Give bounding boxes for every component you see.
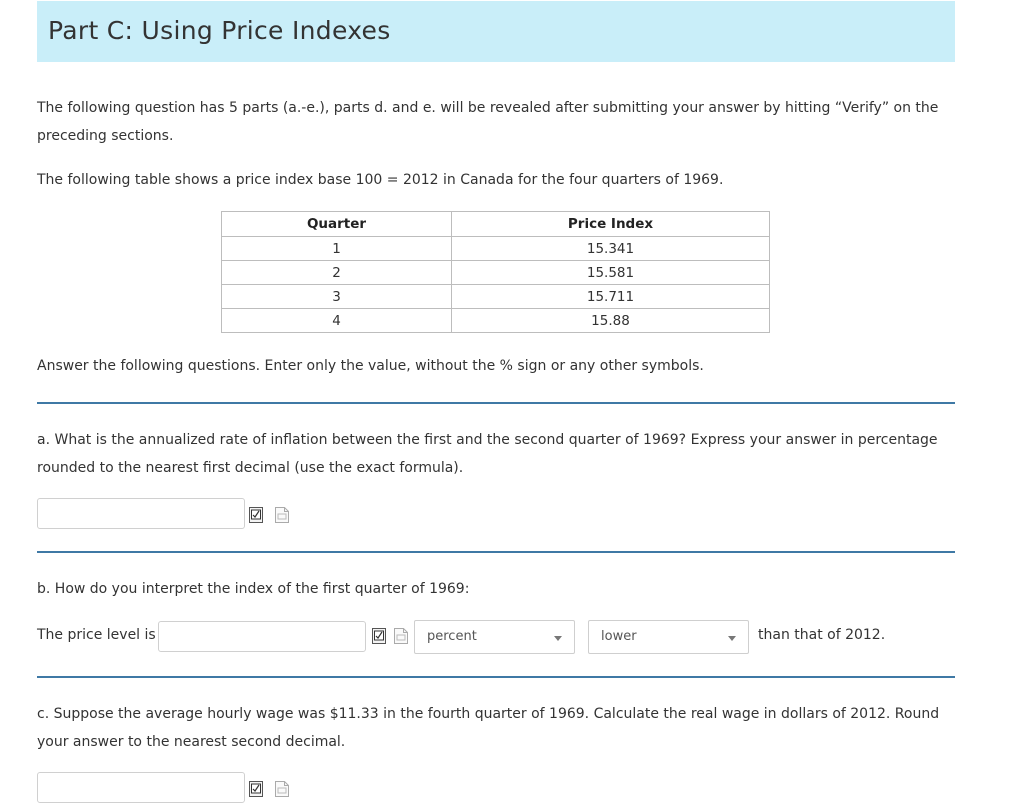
question-a-text: a. What is the annualized rate of inflat… [37,432,938,476]
table-header-row: Quarter Price Index [221,211,770,237]
table-caption: The following table shows a price index … [37,172,724,188]
formula-editor-icon[interactable] [372,628,386,644]
unit-select-value: percent [427,629,477,644]
unit-select[interactable]: percent [414,620,575,654]
question-a-answer-input[interactable] [37,498,245,529]
table-row: 2 15.581 [221,260,770,285]
divider [37,402,955,404]
column-header-price-index: Price Index [451,211,770,237]
table-row: 3 15.711 [221,284,770,309]
document-icon[interactable] [394,628,408,644]
question-b-prefix: The price level is [37,627,156,643]
intro-text: The following question has 5 parts (a.-e… [37,100,939,144]
quarter-cell: 2 [221,260,452,285]
table-row: 4 15.88 [221,308,770,333]
divider [37,676,955,678]
document-icon[interactable] [275,507,289,523]
quarter-cell: 3 [221,284,452,309]
price-index-cell: 15.341 [451,236,770,261]
section-header: Part C: Using Price Indexes [37,1,955,62]
direction-select-value: lower [601,629,637,644]
chevron-down-icon [554,636,562,641]
column-header-quarter: Quarter [221,211,452,237]
question-b-answer-input[interactable] [158,621,366,652]
price-index-cell: 15.581 [451,260,770,285]
question-b-suffix: than that of 2012. [758,627,886,643]
divider [37,551,955,553]
quarter-cell: 4 [221,308,452,333]
chevron-down-icon [728,636,736,641]
instructions-text: Answer the following questions. Enter on… [37,358,704,374]
question-b-text: b. How do you interpret the index of the… [37,581,470,597]
price-index-cell: 15.88 [451,308,770,333]
formula-editor-icon[interactable] [249,781,263,797]
page-title: Part C: Using Price Indexes [48,16,391,45]
table-row: 1 15.341 [221,236,770,261]
document-icon[interactable] [275,781,289,797]
quarter-cell: 1 [221,236,452,261]
question-c-text: c. Suppose the average hourly wage was $… [37,706,940,750]
price-index-table: Quarter Price Index 1 15.341 2 15.581 3 … [221,211,770,333]
direction-select[interactable]: lower [588,620,749,654]
question-c-answer-input[interactable] [37,772,245,803]
price-index-cell: 15.711 [451,284,770,309]
formula-editor-icon[interactable] [249,507,263,523]
